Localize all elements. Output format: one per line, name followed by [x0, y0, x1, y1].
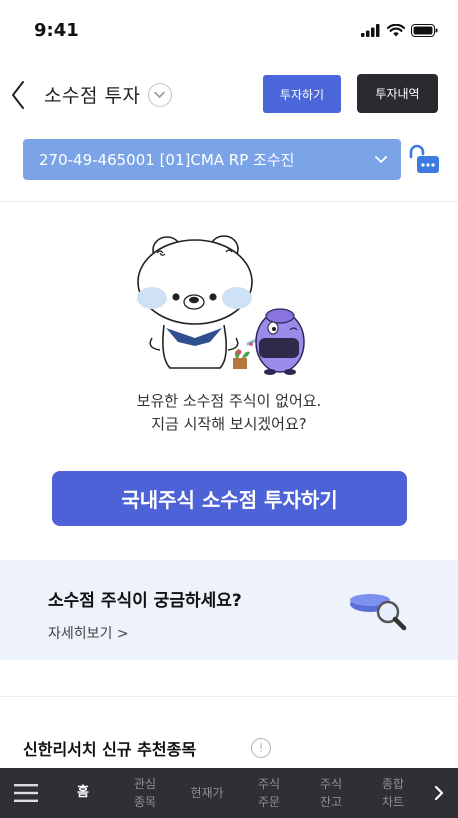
nav-item-watchlist[interactable]: 관심 종목: [114, 768, 176, 818]
empty-message-line2: 지금 시작해 보시겠어요?: [151, 415, 307, 433]
header: 소수점 투자 투자하기 투자내역: [0, 64, 458, 126]
nav-item-label: 주식 주문: [257, 777, 281, 809]
section-divider: [0, 201, 458, 202]
nav-item-stock-order[interactable]: 주식 주문: [238, 768, 300, 818]
account-label: 270-49-465001 [01]CMA RP 조수진: [39, 151, 295, 169]
nav-item-stock-balance[interactable]: 주식 잔고: [300, 768, 362, 818]
start-investing-button[interactable]: 국내주식 소수점 투자하기: [52, 471, 407, 526]
nav-item-label: 종합 차트: [381, 777, 405, 809]
section-divider: [0, 696, 458, 697]
empty-message-line1: 보유한 소수점 주식이 없어요.: [136, 392, 322, 410]
status-icons: [361, 22, 438, 38]
menu-icon: [14, 784, 38, 802]
nav-item-current-price[interactable]: 현재가: [176, 768, 238, 818]
page-title: 소수점 투자: [44, 85, 141, 107]
back-icon[interactable]: [8, 78, 30, 112]
chevron-down-icon: [375, 156, 387, 163]
nav-item-label: 관심 종목: [133, 777, 157, 809]
banner-title: 소수점 주식이 궁금하세요?: [48, 591, 242, 611]
magnifier-icon: [350, 594, 407, 631]
battery-icon: [411, 23, 438, 37]
title-dropdown-button[interactable]: [148, 83, 172, 107]
info-banner[interactable]: 소수점 주식이 궁금하세요? 자세히보기 >: [0, 560, 458, 660]
banner-details-link[interactable]: 자세히보기 >: [48, 623, 129, 643]
chevron-down-icon: [154, 91, 165, 98]
bear-character-illustration: [137, 235, 305, 375]
chevron-right-icon: [434, 785, 444, 801]
invest-button[interactable]: 투자하기: [263, 75, 341, 113]
nav-item-label: 홈: [77, 785, 89, 800]
bottom-nav: 홈 관심 종목 현재가 주식 주문 주식 잔고 종합 차트: [0, 768, 458, 818]
status-time: 9:41: [34, 20, 79, 41]
lock-icon[interactable]: [407, 143, 441, 175]
info-icon[interactable]: !: [251, 738, 271, 758]
status-bar: 9:41: [0, 0, 458, 64]
history-button[interactable]: 투자내역: [357, 74, 438, 113]
signal-icon: [361, 23, 380, 37]
account-select[interactable]: 270-49-465001 [01]CMA RP 조수진: [23, 139, 401, 180]
nav-next-button[interactable]: [424, 768, 454, 818]
nav-item-label: 주식 잔고: [319, 777, 343, 809]
recommendation-section-title: 신한리서치 신규 추천종목: [23, 740, 197, 759]
nav-item-chart[interactable]: 종합 차트: [362, 768, 424, 818]
menu-button[interactable]: [0, 768, 52, 818]
nav-item-label: 현재가: [190, 786, 224, 800]
nav-item-home[interactable]: 홈: [52, 768, 114, 818]
wifi-icon: [387, 23, 405, 36]
